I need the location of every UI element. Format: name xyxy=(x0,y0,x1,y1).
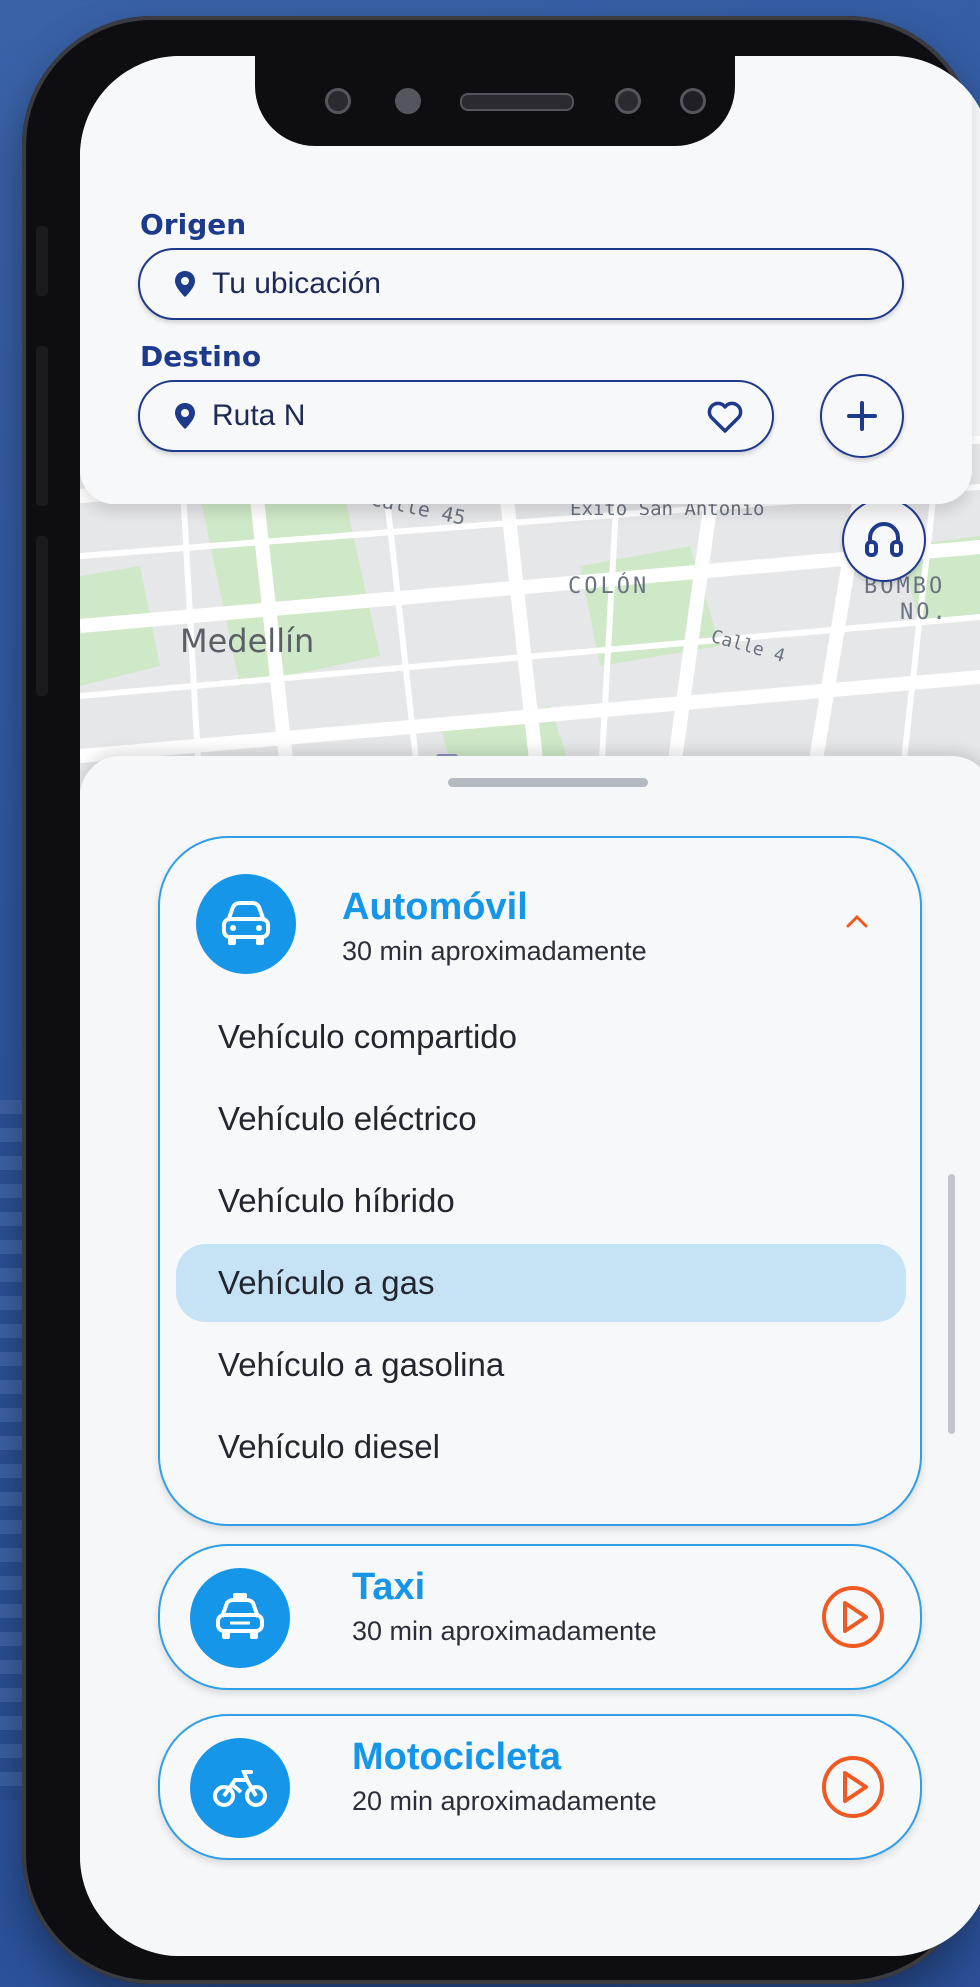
scrollbar[interactable] xyxy=(948,1174,955,1434)
destination-value: Ruta N xyxy=(212,399,306,432)
sensor-dot xyxy=(395,88,421,114)
destination-field[interactable]: Ruta N xyxy=(138,380,774,452)
vehicle-option[interactable]: Vehículo diesel xyxy=(176,1408,906,1486)
transport-title: Taxi xyxy=(352,1566,426,1608)
map-label-district: COLÓN xyxy=(568,574,650,599)
sheet-grabber[interactable] xyxy=(448,778,648,787)
notch xyxy=(255,56,735,146)
taxi-icon xyxy=(190,1568,290,1668)
transport-time: 20 min aproximadamente xyxy=(352,1786,657,1816)
destination-label: Destino xyxy=(140,340,262,373)
app-screen: Calle 45 Éxito San Antonio COLÓN BOMBO N… xyxy=(80,56,980,1956)
side-button xyxy=(36,226,48,296)
vehicle-option[interactable]: Vehículo híbrido xyxy=(176,1162,906,1240)
transport-time: 30 min aproximadamente xyxy=(352,1616,657,1646)
transport-time: 30 min aproximadamente xyxy=(342,936,647,966)
camera-dot xyxy=(615,88,641,114)
vehicle-option[interactable]: Vehículo compartido xyxy=(176,998,906,1076)
side-button xyxy=(36,346,48,506)
add-stop-button[interactable] xyxy=(820,374,904,458)
origin-value: Tu ubicación xyxy=(212,267,381,300)
headset-icon xyxy=(865,522,903,557)
plus-icon xyxy=(847,401,877,431)
sensor-dot xyxy=(680,88,706,114)
map-label-district: NO. xyxy=(900,600,949,625)
origin-label: Origen xyxy=(140,208,247,241)
play-icon[interactable] xyxy=(820,1754,886,1820)
vehicle-option-selected[interactable]: Vehículo a gas xyxy=(176,1244,906,1322)
origin-field[interactable]: Tu ubicación xyxy=(138,248,904,320)
transport-card-taxi[interactable]: Taxi 30 min aproximadamente xyxy=(158,1544,922,1690)
map-label-city: Medellín xyxy=(180,622,315,660)
transport-title: Motocicleta xyxy=(352,1736,562,1778)
heart-icon[interactable] xyxy=(706,398,744,436)
vehicle-option[interactable]: Vehículo a gasolina xyxy=(176,1326,906,1404)
sensor-dot xyxy=(325,88,351,114)
support-button[interactable] xyxy=(842,498,926,582)
location-pin-icon xyxy=(175,271,195,297)
transport-card-motocicleta[interactable]: Motocicleta 20 min aproximadamente xyxy=(158,1714,922,1860)
transport-card-automovil[interactable]: Automóvil 30 min aproximadamente Vehícul… xyxy=(158,836,922,1526)
side-button xyxy=(36,536,48,696)
speaker-grille xyxy=(460,93,574,111)
transport-bottom-sheet: Automóvil 30 min aproximadamente Vehícul… xyxy=(80,756,980,1956)
car-icon xyxy=(196,874,296,974)
chevron-up-icon[interactable] xyxy=(844,912,870,930)
play-icon[interactable] xyxy=(820,1584,886,1650)
vehicle-option[interactable]: Vehículo eléctrico xyxy=(176,1080,906,1158)
phone-frame: Calle 45 Éxito San Antonio COLÓN BOMBO N… xyxy=(22,16,980,1984)
transport-title: Automóvil xyxy=(342,886,528,928)
motorcycle-icon xyxy=(190,1738,290,1838)
location-pin-icon xyxy=(175,403,195,429)
